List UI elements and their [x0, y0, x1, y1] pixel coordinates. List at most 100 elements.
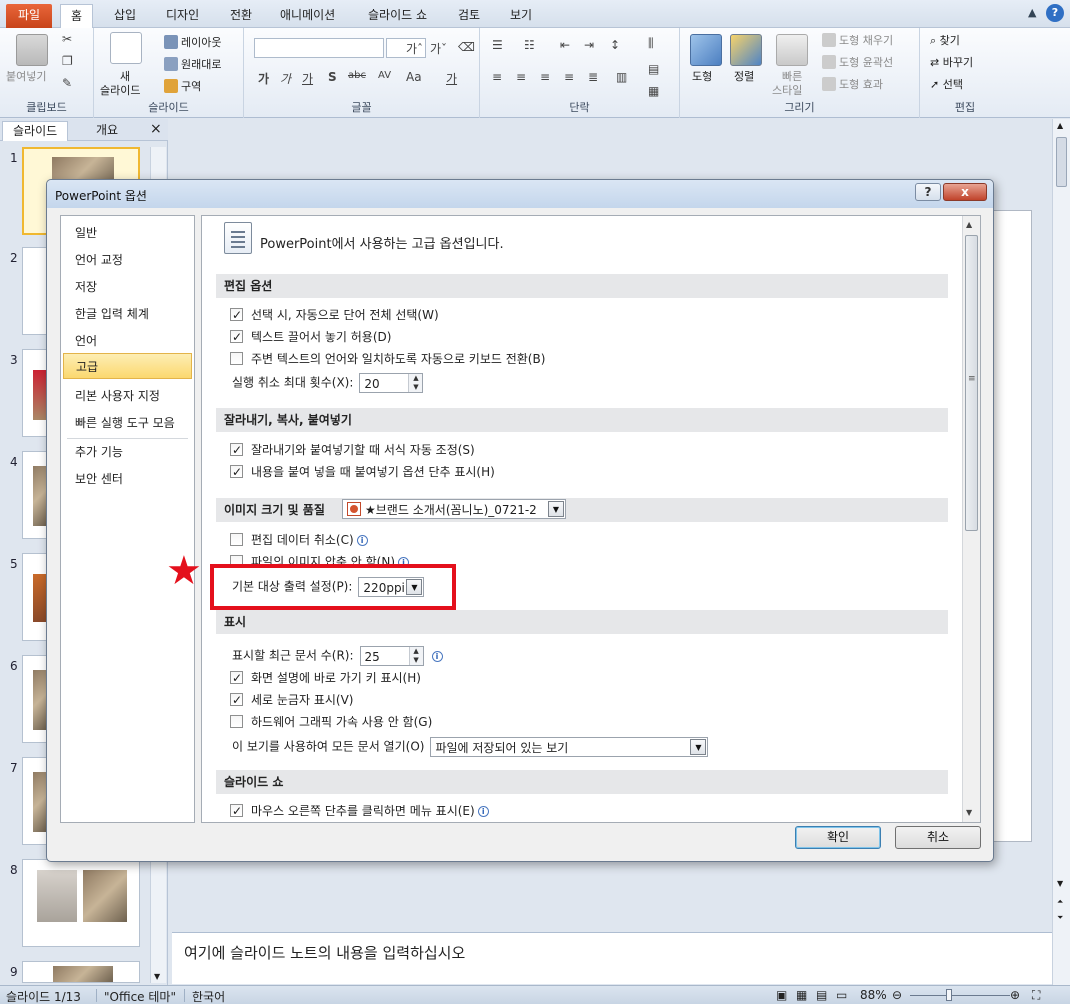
language-indicator[interactable]: 한국어	[192, 988, 225, 1004]
checkbox-checked[interactable]	[230, 306, 243, 324]
opt-disable-hw-accel[interactable]: 하드웨어 그래픽 가속 사용 안 함(G)	[230, 713, 432, 731]
smartart-icon[interactable]: ▦	[648, 84, 659, 98]
tab-animations[interactable]: 애니메이션	[270, 4, 345, 28]
quick-styles-label-2[interactable]: 스타일	[772, 82, 802, 98]
columns-icon[interactable]: ▥	[616, 70, 627, 84]
tab-view[interactable]: 보기	[500, 4, 542, 28]
slideshow-view-icon[interactable]: ▭	[836, 988, 847, 1002]
find-button[interactable]: ⌕ 찾기	[930, 32, 960, 48]
shape-outline-button[interactable]: 도형 윤곽선	[822, 54, 893, 70]
fit-to-window-icon[interactable]: ⛶	[1032, 988, 1040, 1003]
checkbox-checked[interactable]	[230, 328, 243, 346]
open-view-select[interactable]: 파일에 저장되어 있는 보기 ▼	[430, 737, 709, 757]
scroll-down-icon[interactable]: ▼	[966, 808, 972, 817]
scroll-thumb[interactable]: ≡	[965, 235, 978, 531]
undo-spinner[interactable]: 20 ▲ ▼	[359, 373, 424, 393]
tab-review[interactable]: 검토	[448, 4, 490, 28]
opt-discard-edit-data[interactable]: 편집 데이터 취소(C) i	[230, 531, 368, 549]
layout-button[interactable]: 레이아웃	[164, 34, 221, 50]
opt-right-click-menu[interactable]: 마우스 오른쪽 단추를 클릭하면 메뉴 표시(E)i	[230, 802, 489, 820]
nav-quick-access-toolbar[interactable]: 빠른 실행 도구 모음	[63, 410, 192, 436]
help-icon[interactable]: ?	[1046, 4, 1064, 22]
scroll-down-icon[interactable]: ▼	[154, 972, 160, 981]
dialog-close-button[interactable]: x	[943, 183, 987, 201]
scroll-down-icon[interactable]: ▼	[1057, 879, 1063, 888]
close-panel-icon[interactable]: ×	[150, 121, 162, 137]
shrink-font-icon[interactable]: 가ˇ	[430, 40, 447, 57]
align-right-icon[interactable]: ≡	[540, 70, 550, 84]
char-spacing-button[interactable]: AV	[378, 70, 391, 81]
tab-home[interactable]: 홈	[60, 4, 94, 28]
nav-proofing[interactable]: 언어 교정	[63, 247, 192, 273]
nav-language[interactable]: 언어	[63, 328, 192, 354]
nav-korean-input[interactable]: 한글 입력 체계	[63, 301, 192, 327]
checkbox-unchecked[interactable]	[230, 715, 243, 728]
justify-icon[interactable]: ≡	[564, 70, 574, 84]
replace-button[interactable]: ⇄ 바꾸기	[930, 54, 973, 70]
opt-smart-cut-paste[interactable]: 잘라내기와 붙여넣기할 때 서식 자동 조정(S)	[230, 441, 475, 459]
opt-paste-options-button[interactable]: 내용을 붙여 넣을 때 붙여넣기 옵션 단추 표시(H)	[230, 463, 495, 481]
shape-fill-button[interactable]: 도형 채우기	[822, 32, 893, 48]
strikethrough-button[interactable]: abc	[348, 70, 366, 81]
align-text-icon[interactable]: ▤	[648, 62, 659, 76]
shapes-button[interactable]: 도형	[692, 68, 712, 84]
checkbox-checked[interactable]	[230, 691, 243, 709]
change-case-button[interactable]: Aa	[406, 70, 422, 84]
section-button[interactable]: 구역	[164, 78, 201, 94]
tab-design[interactable]: 디자인	[156, 4, 209, 28]
scroll-up-icon[interactable]: ▲	[1057, 121, 1063, 130]
bold-button[interactable]: 가	[258, 70, 269, 87]
zoom-slider-handle[interactable]	[946, 989, 952, 1001]
underline-button[interactable]: 가	[302, 70, 313, 87]
align-left-icon[interactable]: ≡	[492, 70, 502, 84]
info-icon[interactable]: i	[477, 806, 489, 817]
nav-general[interactable]: 일반	[63, 220, 192, 246]
opt-shortcut-keys-tooltip[interactable]: 화면 설명에 바로 가기 키 표시(H)	[230, 669, 421, 687]
dialog-help-button[interactable]: ?	[915, 183, 941, 201]
checkbox-unchecked[interactable]	[230, 352, 243, 365]
checkbox-unchecked[interactable]	[230, 533, 243, 546]
opt-vertical-ruler[interactable]: 세로 눈금자 표시(V)	[230, 691, 353, 709]
shape-effects-button[interactable]: 도형 효과	[822, 76, 883, 92]
reset-button[interactable]: 원래대로	[164, 56, 221, 72]
zoom-in-icon[interactable]: ⊕	[1010, 988, 1020, 1002]
tab-transitions[interactable]: 전환	[220, 4, 262, 28]
spin-arrows-icon[interactable]: ▲ ▼	[408, 647, 423, 665]
ok-button[interactable]: 확인	[795, 826, 881, 849]
numbering-icon[interactable]: ☷	[524, 38, 535, 52]
tab-slideshow[interactable]: 슬라이드 쇼	[358, 4, 437, 28]
dropdown-arrow-icon[interactable]: ▼	[548, 501, 564, 517]
nav-save[interactable]: 저장	[63, 274, 192, 300]
opt-drag-drop[interactable]: 텍스트 끌어서 놓기 허용(D)	[230, 328, 391, 346]
shadow-button[interactable]: S	[328, 70, 337, 84]
clear-format-icon[interactable]: ⌫	[458, 40, 475, 54]
text-direction-icon[interactable]: ⫼	[648, 36, 654, 51]
font-color-button[interactable]: 가	[446, 70, 457, 87]
paste-button[interactable]: 붙여넣기	[6, 68, 46, 84]
increase-indent-icon[interactable]: ⇥	[584, 38, 594, 52]
checkbox-checked[interactable]	[230, 669, 243, 687]
checkbox-checked[interactable]	[230, 802, 243, 820]
bullets-icon[interactable]: ☰	[492, 38, 503, 52]
tab-slides[interactable]: 슬라이드	[2, 121, 69, 141]
tab-outline[interactable]: 개요	[86, 121, 128, 141]
scroll-thumb[interactable]	[1056, 137, 1067, 187]
font-name-combo[interactable]	[254, 38, 384, 58]
dialog-title-bar[interactable]: PowerPoint 옵션 ? x	[47, 180, 993, 208]
checkbox-checked[interactable]	[230, 441, 243, 459]
grow-font-icon[interactable]: 가ˆ	[406, 40, 423, 57]
options-scrollbar[interactable]: ▲ ≡ ▼	[962, 216, 980, 822]
info-icon[interactable]: i	[356, 535, 368, 546]
checkbox-checked[interactable]	[230, 463, 243, 481]
image-file-select[interactable]: ★브랜드 소개서(꼼니노)_0721-2 ▼	[342, 499, 566, 519]
nav-add-ins[interactable]: 추가 기능	[63, 439, 192, 465]
recent-docs-spinner[interactable]: 25 ▲ ▼	[359, 646, 424, 666]
previous-slide-icon[interactable]: ⏶	[1057, 897, 1063, 907]
scroll-up-icon[interactable]: ▲	[966, 220, 972, 229]
reading-view-icon[interactable]: ▤	[816, 988, 827, 1002]
editor-scrollbar[interactable]: ▲ ▼ ⏶ ⏷	[1052, 119, 1070, 985]
distribute-icon[interactable]: ≣	[588, 70, 598, 84]
notes-pane[interactable]: 여기에 슬라이드 노트의 내용을 입력하십시오	[172, 932, 1052, 984]
minimize-ribbon-icon[interactable]: ▲	[1028, 6, 1036, 19]
arrange-icon[interactable]	[730, 34, 762, 66]
